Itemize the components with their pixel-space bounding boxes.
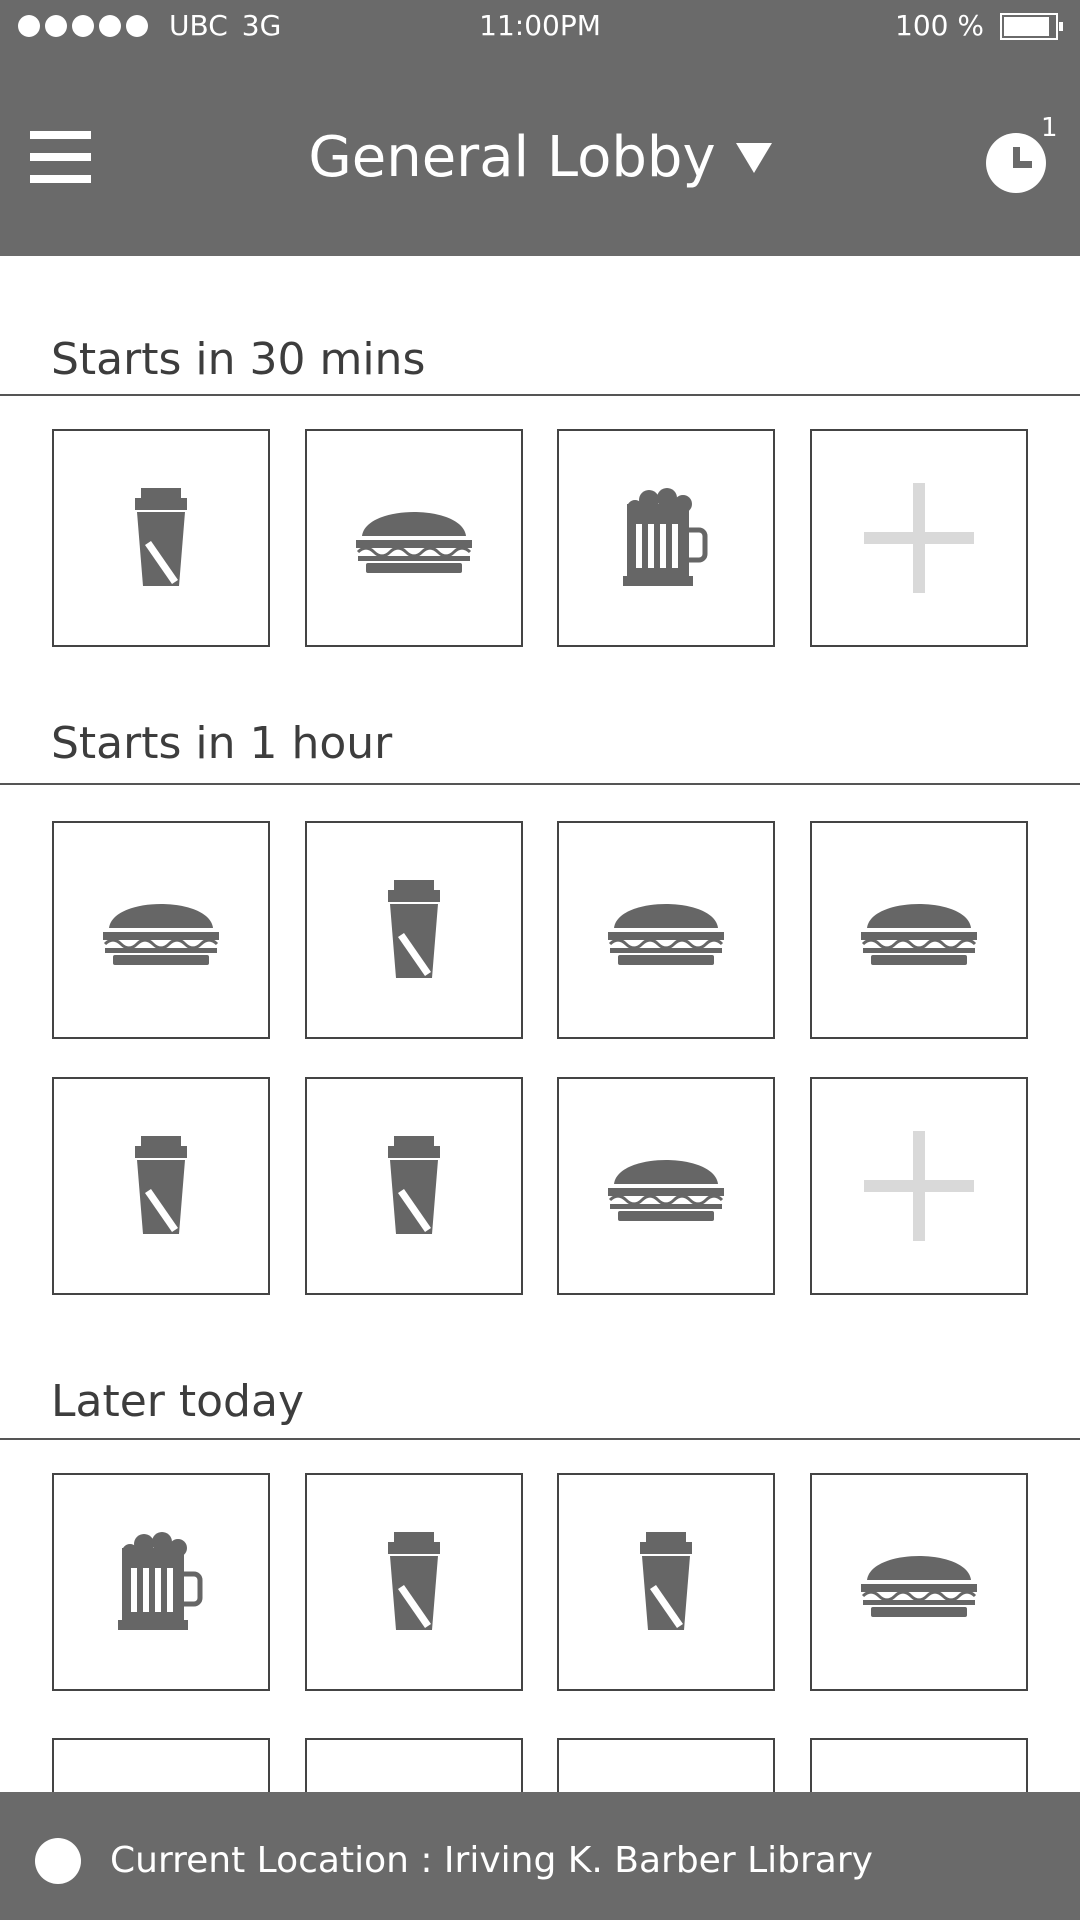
coffee-icon [640,1532,692,1630]
event-tile[interactable] [52,1077,270,1295]
section-title-30-mins: Starts in 30 mins [51,334,426,385]
page-title: General Lobby [308,125,716,190]
burger-icon [608,904,724,965]
history-badge: 1 [1041,113,1058,143]
section-title-1-hour: Starts in 1 hour [51,718,393,769]
burger-icon [608,1160,724,1221]
event-tile[interactable] [557,1738,775,1798]
section-divider [0,783,1080,785]
status-right: 100 % [895,8,1063,44]
history-button[interactable] [986,133,1046,193]
battery-level [1004,16,1049,36]
event-tile[interactable] [557,1473,775,1691]
event-tile[interactable] [305,1077,523,1295]
current-location-label: Current Location : Iriving K. Barber Lib… [110,1840,873,1881]
battery-percent: 100 % [895,9,984,42]
coffee-icon [388,1532,440,1630]
burger-icon [861,904,977,965]
coffee-icon [388,1136,440,1234]
add-event-tile[interactable] [810,429,1028,647]
plus-icon [864,1131,974,1241]
event-tile[interactable] [810,1738,1028,1798]
clock-icon [986,133,1046,193]
event-tile[interactable] [52,821,270,1039]
beer-icon [118,1532,203,1630]
event-tile[interactable] [557,821,775,1039]
coffee-icon [135,488,187,586]
event-tile[interactable] [52,1473,270,1691]
location-dot-icon [35,1838,81,1884]
section-title-later-today: Later today [51,1376,304,1427]
add-event-tile[interactable] [810,1077,1028,1295]
burger-icon [356,512,472,573]
event-tile[interactable] [810,821,1028,1039]
event-tile[interactable] [305,1738,523,1798]
event-tile[interactable] [810,1473,1028,1691]
coffee-icon [388,880,440,978]
section-divider [0,394,1080,396]
event-tile[interactable] [52,429,270,647]
battery-tip [1059,21,1063,31]
event-tile[interactable] [305,821,523,1039]
event-tile[interactable] [305,1473,523,1691]
caret-down-icon [735,143,772,173]
event-tile[interactable] [52,1738,270,1798]
plus-icon [864,483,974,593]
clock-hand [1013,161,1032,168]
burger-icon [103,904,219,965]
section-divider [0,1438,1080,1440]
event-tile[interactable] [557,429,775,647]
burger-icon [861,1556,977,1617]
lobby-selector[interactable]: General Lobby [0,120,1080,196]
coffee-icon [135,1136,187,1234]
header-bar: UBC 3G 11:00PM 100 % General Lobby 1 [0,0,1080,256]
battery-icon [1000,12,1063,40]
event-tile[interactable] [557,1077,775,1295]
beer-icon [623,488,708,586]
event-tile[interactable] [305,429,523,647]
